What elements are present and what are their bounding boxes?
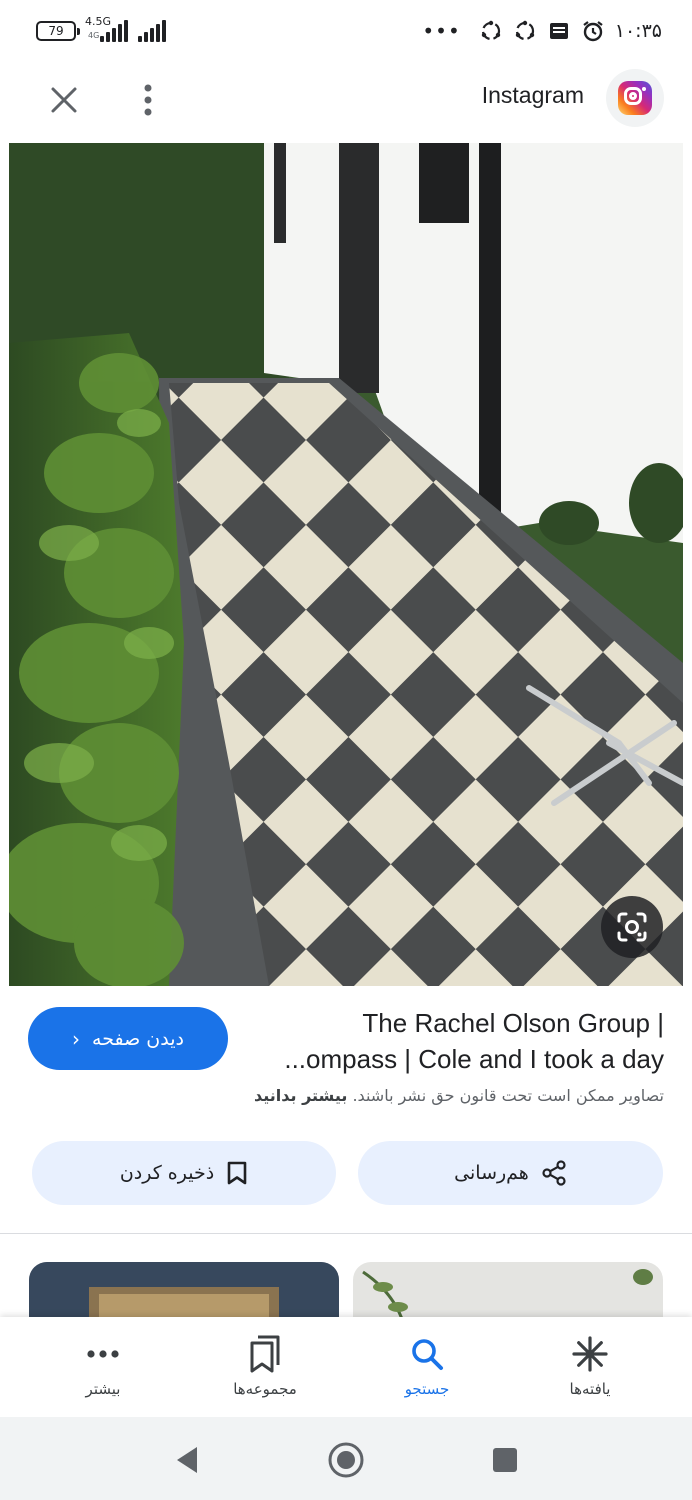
main-image[interactable]: [9, 143, 683, 986]
nav-label-discover: یافته‌ها: [569, 1380, 611, 1398]
source-name[interactable]: Instagram: [482, 82, 584, 109]
more-vert-icon: [144, 84, 152, 116]
signal-icon-2: [138, 20, 168, 42]
instagram-logo: [618, 81, 652, 115]
action-row: هم‌رسانی ذخیره کردن: [0, 1141, 692, 1205]
bottom-navigation: یافته‌ها جستجو مجموعه‌ها بیشتر: [0, 1317, 692, 1417]
recents-button[interactable]: [480, 1435, 530, 1485]
back-icon: [177, 1447, 197, 1473]
network-sub: 4G: [88, 31, 100, 40]
system-navigation-bar: [0, 1417, 692, 1500]
overflow-dots: •••: [422, 19, 461, 43]
home-button[interactable]: [321, 1435, 371, 1485]
sync-icon: [481, 20, 500, 41]
viewer-header: Instagram: [0, 62, 692, 142]
nav-item-more[interactable]: بیشتر: [28, 1317, 178, 1417]
recents-icon: [493, 1448, 517, 1472]
visit-page-button[interactable]: دیدن صفحه ‹: [28, 1007, 228, 1070]
lens-search-icon: [617, 912, 647, 942]
nav-label-more: بیشتر: [85, 1380, 121, 1398]
result-title-line2: ...ompass | Cole and I took a day: [284, 1044, 664, 1074]
save-button[interactable]: ذخیره کردن: [32, 1141, 336, 1205]
copyright-text: تصاویر ممکن است تحت قانون حق نشر باشند.: [352, 1086, 664, 1105]
alarm-icon: [583, 21, 603, 42]
source-favicon[interactable]: [606, 69, 664, 127]
asterisk-icon: [570, 1334, 610, 1374]
status-time: ۱۰:۳۵: [614, 20, 662, 42]
close-button[interactable]: [40, 76, 88, 124]
visit-page-label: دیدن صفحه: [92, 1027, 184, 1050]
copyright-notice: تصاویر ممکن است تحت قانون حق نشر باشند. …: [254, 1086, 664, 1105]
search-icon: [407, 1334, 447, 1374]
share-label: هم‌رسانی: [454, 1162, 529, 1184]
share-button[interactable]: هم‌رسانی: [358, 1141, 663, 1205]
signal-icon: [100, 20, 130, 42]
walkway-photo: [9, 143, 683, 986]
sync-icon-2: [515, 20, 534, 41]
battery-level: 79: [48, 24, 64, 38]
more-options-button[interactable]: [124, 76, 172, 124]
save-label: ذخیره کردن: [119, 1162, 215, 1184]
nav-item-discover[interactable]: یافته‌ها: [515, 1317, 665, 1417]
chevron-left-icon: ‹: [72, 1026, 81, 1051]
bookmark-icon: [227, 1161, 247, 1185]
battery-indicator: 79: [36, 21, 80, 41]
section-divider: [0, 1233, 692, 1234]
collections-icon: [245, 1334, 285, 1374]
status-bar: 79 4.5G 4G ••• ۱۰:۳۵: [0, 0, 692, 62]
status-right: ••• ۱۰:۳۵: [422, 18, 662, 44]
lens-search-button[interactable]: [601, 896, 663, 958]
nav-label-collections: مجموعه‌ها: [233, 1380, 297, 1398]
back-button[interactable]: [162, 1435, 212, 1485]
more-horiz-icon: [83, 1334, 123, 1374]
message-icon: [549, 23, 568, 39]
learn-more-link[interactable]: بیشتر بدانید: [254, 1086, 347, 1105]
nav-item-collections[interactable]: مجموعه‌ها: [190, 1317, 340, 1417]
home-icon: [328, 1442, 364, 1478]
share-icon: [542, 1160, 566, 1186]
nav-label-search: جستجو: [404, 1380, 450, 1398]
nav-item-search[interactable]: جستجو: [352, 1317, 502, 1417]
close-icon: [51, 87, 77, 113]
result-title[interactable]: The Rachel Olson Group | ...ompass | Col…: [244, 1005, 664, 1077]
result-title-line1: The Rachel Olson Group |: [362, 1008, 664, 1038]
